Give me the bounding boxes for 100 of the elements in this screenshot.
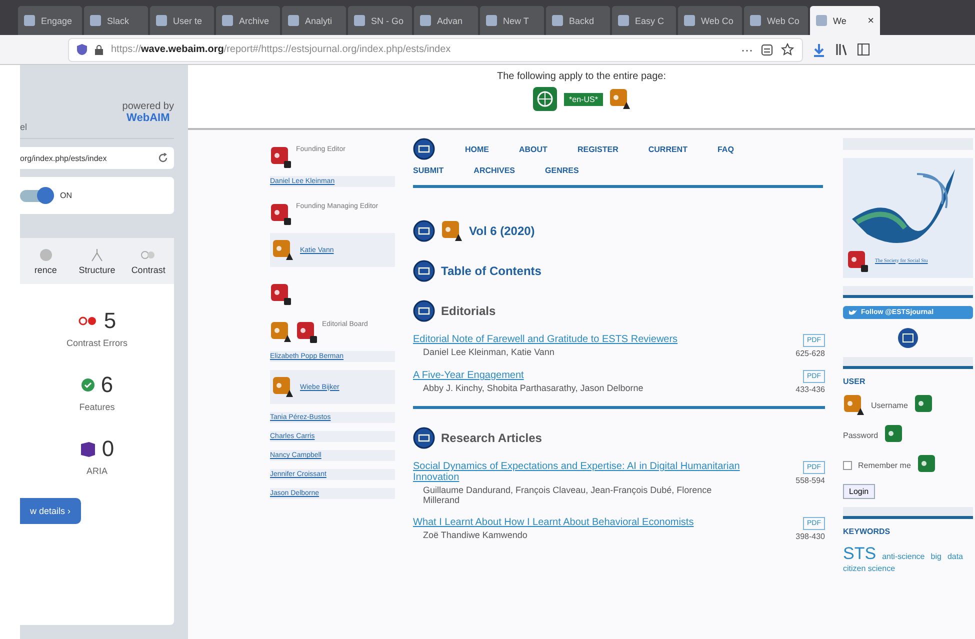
- browser-tab[interactable]: Backd: [546, 6, 610, 35]
- language-badge: *en-US*: [564, 92, 603, 106]
- favicon-icon: [420, 15, 431, 26]
- favicon-icon: [24, 15, 35, 26]
- browser-tab[interactable]: Analyti: [282, 6, 346, 35]
- favicon-icon: [156, 15, 167, 26]
- article-authors: Daniel Lee Kleinman, Katie Vann: [422, 347, 556, 357]
- url-field[interactable]: org/index.php/ests/index: [20, 147, 174, 169]
- browser-tab[interactable]: User te: [150, 6, 214, 35]
- browser-tab[interactable]: Slack: [84, 6, 148, 35]
- article-authors: Abby J. Kinchy, Shobita Parthasarathy, Jason Delborne: [422, 383, 644, 393]
- article-authors: Zoë Thandiwe Kamwendo: [422, 530, 528, 540]
- nav-link[interactable]: SUBMIT: [413, 166, 444, 175]
- sidebar-icon[interactable]: [857, 43, 870, 56]
- view-tab[interactable]: Contrast: [122, 238, 174, 284]
- more-menu-button[interactable]: ···: [741, 42, 753, 56]
- username-label: Username: [871, 400, 908, 410]
- favicon-icon: [486, 15, 497, 26]
- favicon-icon: [684, 15, 695, 26]
- keyword-link[interactable]: data: [947, 552, 964, 561]
- stat-label: Features: [79, 402, 115, 412]
- reader-view-icon[interactable]: [761, 44, 773, 56]
- keyword-link[interactable]: anti-science: [882, 552, 925, 561]
- page-range: 433-436: [796, 385, 825, 394]
- section-heading[interactable]: Table of Contents: [441, 264, 542, 278]
- frame-marker-icon: [897, 327, 919, 349]
- hierarchy-icon: [88, 248, 105, 262]
- shield-icon: [77, 44, 87, 55]
- toggle-label: ON: [60, 191, 72, 200]
- browser-tab[interactable]: Engage: [18, 6, 82, 35]
- stat-count: 6: [80, 372, 114, 398]
- library-icon[interactable]: [835, 43, 847, 56]
- browser-tab[interactable]: Web Co: [678, 6, 742, 35]
- stat-label: ARIA: [86, 466, 108, 476]
- heading-marker-icon: [413, 427, 435, 449]
- favicon-icon: [222, 15, 233, 26]
- nav-link[interactable]: ARCHIVES: [474, 166, 516, 175]
- nav-link[interactable]: GENRES: [545, 166, 579, 175]
- browser-tab[interactable]: SN - Go: [348, 6, 412, 35]
- error-flag-icon: [847, 250, 869, 272]
- cube-icon: [80, 441, 96, 457]
- stat-count: 0: [80, 436, 114, 462]
- nav-link[interactable]: ABOUT: [519, 144, 548, 154]
- view-tab[interactable]: rence: [20, 238, 72, 284]
- browser-tab[interactable]: Easy C: [612, 6, 676, 35]
- view-tab[interactable]: Structure: [71, 238, 123, 284]
- section-heading: Research Articles: [441, 431, 542, 445]
- heading-marker-icon: [413, 220, 435, 242]
- warning-flag-icon: [843, 394, 865, 416]
- favicon-icon: [618, 15, 629, 26]
- browser-tab[interactable]: Web Co: [744, 6, 808, 35]
- close-icon[interactable]: ×: [868, 14, 874, 26]
- nav-link[interactable]: REGISTER: [577, 144, 618, 154]
- article-title-link[interactable]: Social Dynamics of Expectations and Expertise: AI in Digital Humanitarian Innovation: [413, 461, 743, 483]
- heading-marker-icon: [413, 260, 435, 282]
- favicon-icon: [288, 15, 299, 26]
- banner-text: The following apply to the entire page:: [497, 71, 666, 82]
- bird-icon: [849, 309, 857, 316]
- warning-flag-icon: [608, 88, 631, 110]
- info-icon: [38, 248, 54, 262]
- keywords-heading: KEYWORDS: [843, 527, 892, 536]
- nav-link[interactable]: FAQ: [717, 144, 734, 154]
- keyword-link[interactable]: big: [930, 552, 942, 561]
- webaim-link[interactable]: WebAIM: [126, 112, 170, 124]
- browser-tab[interactable]: New T: [480, 6, 544, 35]
- download-icon[interactable]: [813, 42, 825, 56]
- details-button[interactable]: w details ›: [20, 498, 81, 524]
- toggle-switch[interactable]: [20, 190, 54, 202]
- favicon-icon: [354, 15, 365, 26]
- user-heading: USER: [843, 377, 866, 386]
- article-authors: Guillaume Dandurand, François Claveau, Jean-François Dubé, Florence Millerand: [422, 485, 713, 505]
- section-heading[interactable]: Vol 6 (2020): [469, 224, 535, 238]
- article-title-link[interactable]: What I Learnt About How I Learnt About Behavioral Economists: [413, 517, 743, 528]
- browser-tab[interactable]: Archive: [216, 6, 280, 35]
- powered-by-text: powered by: [122, 101, 174, 112]
- page-range: 398-430: [796, 532, 825, 541]
- nav-link[interactable]: CURRENT: [648, 144, 688, 154]
- keyword-link[interactable]: citizen science: [843, 564, 896, 573]
- stat-label: Contrast Errors: [66, 338, 128, 348]
- star-icon[interactable]: [781, 43, 794, 56]
- remember-label: Remember me: [858, 460, 911, 470]
- reload-icon[interactable]: [158, 153, 168, 163]
- remember-checkbox[interactable]: [843, 460, 852, 470]
- section-heading: Editorials: [441, 304, 496, 318]
- browser-tab[interactable]: Advan: [414, 6, 478, 35]
- login-button[interactable]: Login: [843, 484, 875, 499]
- favicon-icon: [816, 15, 827, 26]
- address-bar[interactable]: https://wave.webaim.org/report#/https://estsjournal.org/index.php/ests/index ···: [68, 38, 803, 62]
- article-title-link[interactable]: Editorial Note of Farewell and Gratitude to ESTS Reviewers: [413, 334, 743, 345]
- heading-marker-icon: [413, 300, 435, 322]
- browser-tab[interactable]: We ×: [810, 6, 880, 35]
- cut-label: el: [20, 122, 28, 132]
- favicon-icon: [750, 15, 761, 26]
- keyword-link[interactable]: STS: [843, 544, 876, 564]
- nav-link[interactable]: HOME: [465, 144, 489, 154]
- check-circle-icon: [80, 378, 95, 392]
- article-title-link[interactable]: A Five-Year Engagement: [413, 370, 743, 381]
- stat-count: 5: [78, 308, 116, 334]
- contrast-circles-icon: [78, 316, 98, 326]
- password-label: Password: [843, 430, 878, 440]
